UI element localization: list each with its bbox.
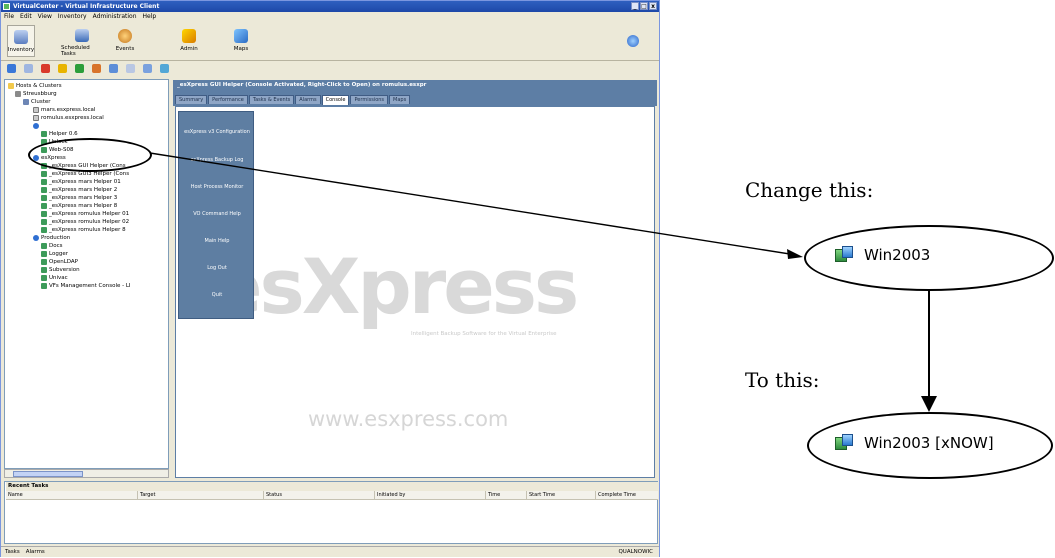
pointer-arrowhead xyxy=(787,249,803,259)
from-vm-name: Win2003 xyxy=(864,246,931,264)
vm-icon xyxy=(834,245,854,265)
to-vm-name: Win2003 [xNOW] xyxy=(864,434,994,452)
down-arrowhead xyxy=(921,396,937,412)
change-label: Change this: xyxy=(745,178,874,202)
from-vm-badge: Win2003 xyxy=(834,245,930,265)
to-label: To this: xyxy=(745,368,820,392)
to-vm-badge: Win2003 [xNOW] xyxy=(834,433,994,453)
vm-icon xyxy=(834,433,854,453)
pointer-arrow-line xyxy=(149,152,797,256)
